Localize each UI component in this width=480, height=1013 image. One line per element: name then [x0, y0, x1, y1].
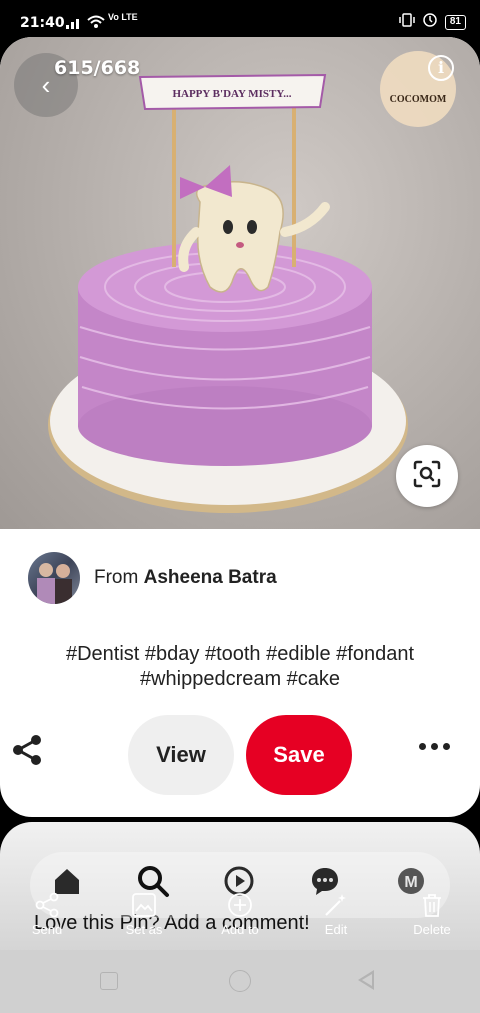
delete-label: Delete — [413, 922, 451, 937]
network-type: Vo LTE — [108, 12, 138, 22]
set-as-action[interactable]: Set as — [109, 888, 179, 937]
author-line: From Asheena Batra — [94, 567, 277, 589]
status-bar: 21:40 Vo LTE 81 — [0, 0, 480, 40]
home-button-icon[interactable] — [229, 970, 251, 992]
add-to-action[interactable]: Add to — [205, 888, 275, 937]
pin-description: #Dentist #bday #tooth #edible #fondant #… — [65, 643, 415, 690]
pin-card: HAPPY B'DAY MISTY... COCOMOM ‹ 615/668 i… — [0, 37, 480, 817]
view-button[interactable]: View — [128, 715, 234, 795]
avatar[interactable] — [28, 552, 80, 604]
edit-toolbar: Send Set as Add to Edit Delete — [0, 888, 480, 948]
info-icon[interactable]: i — [428, 55, 454, 81]
svg-text:COCOMOM: COCOMOM — [390, 94, 447, 105]
add-to-label: Add to — [221, 922, 259, 937]
pin-author[interactable]: From Asheena Batra — [28, 552, 277, 604]
share-icon — [12, 888, 82, 922]
vibrate-icon — [399, 13, 415, 31]
trash-icon — [397, 888, 467, 922]
pin-counter: 615/668 — [54, 57, 141, 79]
share-button[interactable] — [8, 733, 46, 771]
action-bar: View Save — [0, 715, 480, 795]
edit-action[interactable]: Edit — [301, 888, 371, 937]
alarm-icon — [423, 13, 437, 31]
send-label: Send — [31, 922, 63, 937]
bottom-panel: Love this Pin? Add a comment! M Send Set… — [0, 822, 480, 962]
recents-icon[interactable] — [100, 972, 118, 990]
visual-search-button[interactable] — [396, 445, 458, 507]
add-circle-icon — [205, 888, 275, 922]
edit-label: Edit — [324, 922, 348, 937]
share-icon — [10, 733, 44, 772]
status-time: 21:40 — [20, 15, 65, 31]
save-button[interactable]: Save — [246, 715, 352, 795]
set-as-label: Set as — [125, 922, 163, 937]
send-action[interactable]: Send — [12, 888, 82, 937]
author-prefix: From — [94, 567, 144, 588]
wallpaper-icon — [109, 888, 179, 922]
chevron-left-icon: ‹ — [41, 69, 51, 100]
delete-action[interactable]: Delete — [397, 888, 467, 937]
lens-icon — [412, 459, 442, 494]
battery-indicator: 81 — [444, 14, 466, 30]
system-navigation-bar — [0, 950, 480, 1013]
author-name[interactable]: Asheena Batra — [144, 567, 277, 588]
magic-wand-icon — [301, 888, 371, 922]
more-options-icon[interactable] — [419, 743, 450, 750]
banner-text: HAPPY B'DAY MISTY... — [172, 88, 291, 100]
